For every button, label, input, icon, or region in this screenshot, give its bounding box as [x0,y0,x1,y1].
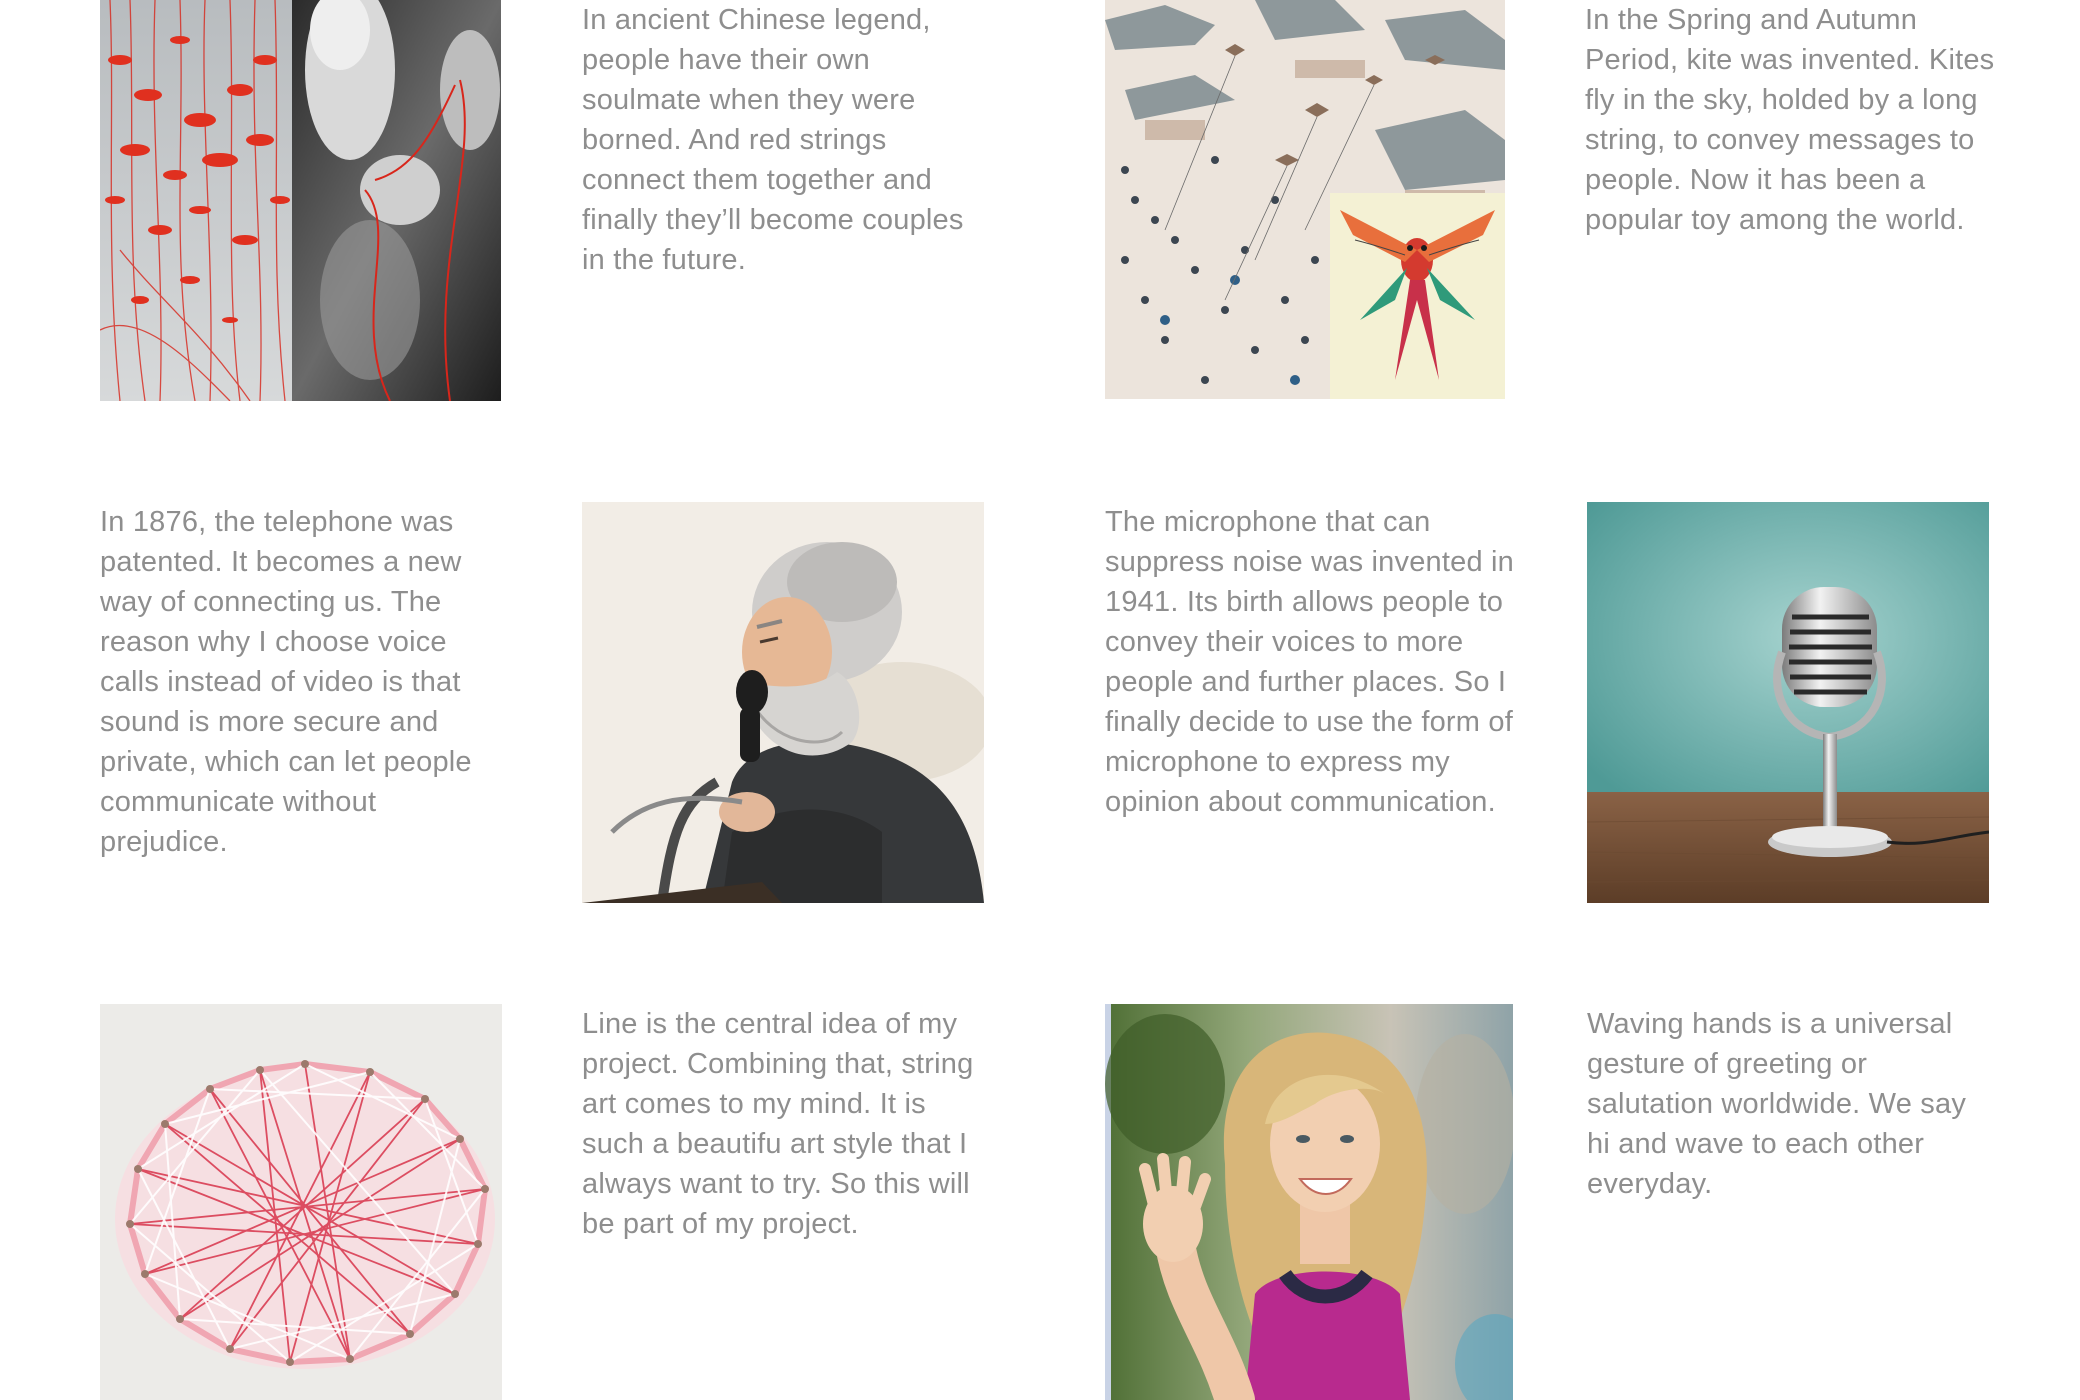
kite-painting-image [1105,0,1505,399]
red-strings-image [100,0,501,401]
string-art-image [100,1004,502,1400]
waving-woman-image [1105,1004,1513,1400]
waving-text: Waving hands is a universal gesture of g… [1587,1008,1967,1200]
legend-text: In ancient Chinese legend, people have t… [582,4,964,276]
telephone-text: In 1876, the telephone was patented. It … [100,506,472,858]
microphone-text: The microphone that can suppress noise w… [1105,506,1515,818]
gallery-page: In ancient Chinese legend, people have t… [0,0,2080,1400]
kite-text: In the Spring and Autumn Period, kite wa… [1585,4,1995,236]
string-art-text: Line is the central idea of my project. … [582,1008,974,1240]
inventor-telephone-image [582,502,984,903]
microphone-image [1587,502,1989,903]
